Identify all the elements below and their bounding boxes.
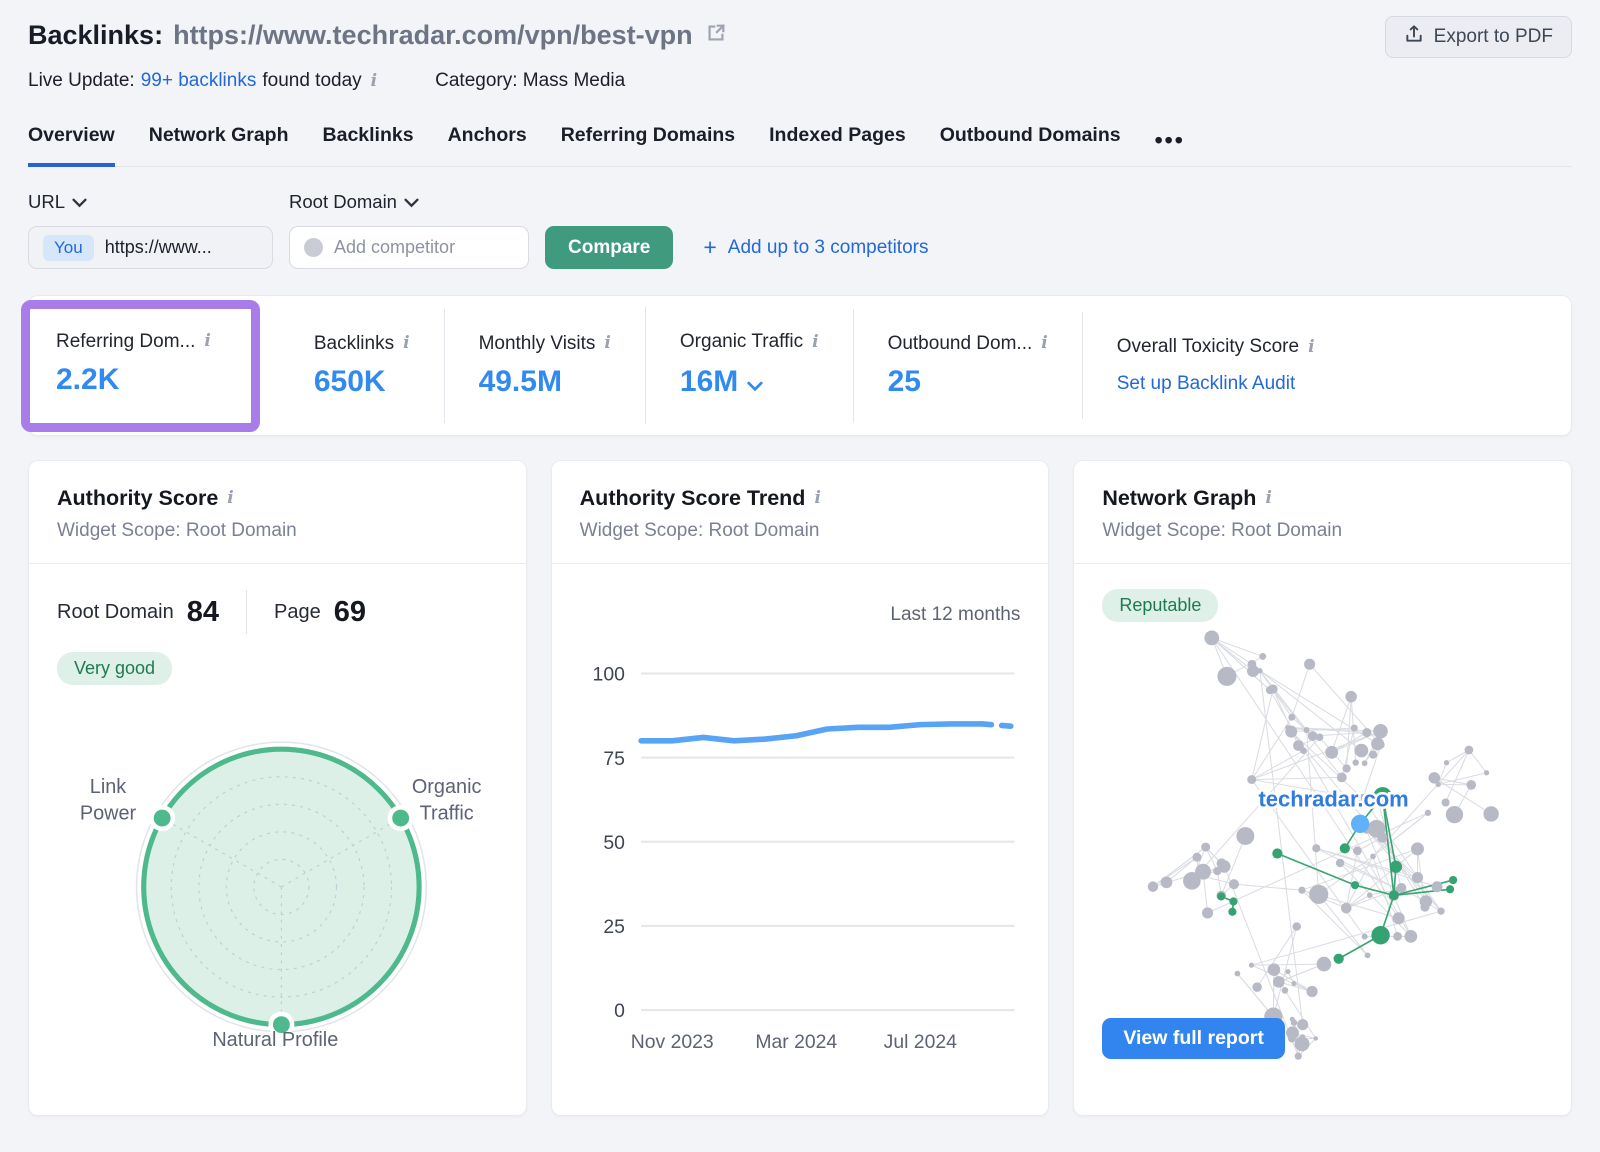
- target-url-value: https://www...: [105, 237, 212, 258]
- tabs-more-button[interactable]: •••: [1155, 127, 1185, 166]
- page-score: 69: [334, 596, 366, 629]
- metric-value: 25: [888, 365, 921, 399]
- network-graph-card: Network Graph i Widget Scope: Root Domai…: [1073, 460, 1572, 1116]
- authority-score-trend-card: Authority Score Trend i Widget Scope: Ro…: [551, 460, 1050, 1116]
- export-icon: [1404, 24, 1424, 50]
- you-chip: You: [43, 235, 94, 261]
- add-competitor-input[interactable]: Add competitor: [289, 226, 529, 269]
- authority-score-radar-chart: Link Power Organic Traffic Natural Profile: [57, 687, 498, 1115]
- svg-text:100: 100: [592, 664, 625, 686]
- info-icon[interactable]: i: [812, 334, 818, 351]
- root-domain-dropdown[interactable]: Root Domain: [289, 191, 529, 213]
- very-good-badge: Very good: [57, 652, 172, 685]
- svg-text:Link: Link: [90, 776, 127, 798]
- target-url-input[interactable]: You https://www...: [28, 226, 273, 269]
- info-icon[interactable]: i: [227, 490, 233, 507]
- metric-label: Referring Dom...: [56, 331, 195, 353]
- metric-value: 16M: [680, 365, 738, 399]
- subtitle-row: Live Update: 99+ backlinks found today i…: [28, 70, 1572, 92]
- info-icon[interactable]: i: [403, 335, 409, 352]
- filters-row: URL You https://www... Root Domain Add c…: [28, 191, 1572, 269]
- competitor-color-dot: [304, 238, 323, 257]
- tab-referring-domains[interactable]: Referring Domains: [561, 124, 735, 167]
- metric-value: 49.5M: [479, 365, 562, 399]
- widgets-grid: Authority Score i Widget Scope: Root Dom…: [28, 460, 1572, 1116]
- svg-text:0: 0: [614, 1000, 625, 1022]
- live-update-suffix: found today: [262, 70, 361, 92]
- svg-text:50: 50: [603, 832, 625, 854]
- live-update-link[interactable]: 99+ backlinks: [141, 70, 257, 92]
- authority-score-scope: Widget Scope: Root Domain: [57, 520, 498, 542]
- tab-backlinks[interactable]: Backlinks: [323, 124, 414, 167]
- metric-value: 2.2K: [56, 363, 119, 397]
- live-update-label: Live Update:: [28, 70, 135, 92]
- info-icon[interactable]: i: [814, 490, 820, 507]
- svg-text:Mar 2024: Mar 2024: [755, 1031, 837, 1053]
- svg-text:Natural Profile: Natural Profile: [212, 1029, 338, 1051]
- chevron-down-icon[interactable]: [747, 366, 763, 400]
- svg-text:25: 25: [603, 916, 625, 938]
- metric-label: Organic Traffic: [680, 331, 803, 353]
- svg-text:75: 75: [603, 748, 625, 770]
- add-competitors-link[interactable]: + Add up to 3 competitors: [703, 226, 928, 269]
- compare-button[interactable]: Compare: [545, 226, 673, 269]
- tab-overview[interactable]: Overview: [28, 124, 115, 167]
- network-graph-scope: Widget Scope: Root Domain: [1102, 520, 1543, 542]
- reputable-badge: Reputable: [1102, 589, 1218, 622]
- svg-text:Traffic: Traffic: [420, 803, 474, 825]
- trend-title: Authority Score Trend i: [580, 486, 1021, 511]
- metric-referring-dom: Referring Dom... i 2.2K: [21, 300, 260, 432]
- svg-text:Organic: Organic: [412, 776, 482, 798]
- network-graph-title: Network Graph i: [1102, 486, 1543, 511]
- info-icon[interactable]: i: [1308, 339, 1314, 356]
- tab-network-graph[interactable]: Network Graph: [149, 124, 289, 167]
- tab-outbound-domains[interactable]: Outbound Domains: [940, 124, 1121, 167]
- plus-icon: +: [703, 234, 716, 261]
- authority-score-card: Authority Score i Widget Scope: Root Dom…: [28, 460, 527, 1116]
- authority-score-title: Authority Score i: [57, 486, 498, 511]
- metric-monthly-visits: Monthly Visits i 49.5M: [444, 309, 645, 423]
- metrics-summary-bar: Referring Dom... i 2.2K Backlinks i 650K Month…: [28, 295, 1572, 436]
- metric-organic-traffic: Organic Traffic i 16M: [645, 307, 853, 424]
- metric-overall-toxicity-score: Overall Toxicity Score i Set up Backlink A…: [1082, 312, 1349, 419]
- page-title: Backlinks: https://www.techradar.com/vpn…: [28, 16, 727, 54]
- root-domain-score: 84: [187, 596, 219, 629]
- metric-value: 650K: [314, 365, 386, 399]
- score-row: Root Domain 84 Page 69: [57, 590, 498, 634]
- svg-text:Power: Power: [80, 803, 137, 825]
- chevron-down-icon: [404, 191, 419, 213]
- trend-range-label: Last 12 months: [580, 604, 1021, 626]
- metric-label: Backlinks: [314, 333, 394, 355]
- view-full-report-button[interactable]: View full report: [1102, 1018, 1285, 1059]
- backlinks-report-page: Backlinks: https://www.techradar.com/vpn…: [0, 0, 1600, 1116]
- tab-indexed-pages[interactable]: Indexed Pages: [769, 124, 906, 167]
- metric-label: Outbound Dom...: [888, 333, 1033, 355]
- tab-anchors[interactable]: Anchors: [448, 124, 527, 167]
- metric-backlinks: Backlinks i 650K: [280, 309, 444, 423]
- setup-backlink-audit-link[interactable]: Set up Backlink Audit: [1117, 373, 1315, 395]
- metric-label: Monthly Visits: [479, 333, 596, 355]
- analyzed-url: https://www.techradar.com/vpn/best-vpn: [173, 16, 693, 54]
- svg-text:techradar.com: techradar.com: [1259, 786, 1409, 811]
- metric-outbound-dom: Outbound Dom... i 25: [853, 309, 1082, 423]
- info-icon[interactable]: i: [1265, 490, 1271, 507]
- metric-label: Overall Toxicity Score: [1117, 336, 1299, 358]
- info-icon[interactable]: i: [604, 335, 610, 352]
- report-tabs: Overview Network Graph Backlinks Anchors Ref…: [28, 124, 1572, 167]
- header: Backlinks: https://www.techradar.com/vpn…: [28, 16, 1572, 58]
- url-scope-dropdown[interactable]: URL: [28, 191, 273, 213]
- category-label: Category: Mass Media: [435, 70, 625, 92]
- svg-text:Nov 2023: Nov 2023: [630, 1031, 713, 1053]
- info-icon[interactable]: i: [371, 73, 377, 90]
- trend-scope: Widget Scope: Root Domain: [580, 520, 1021, 542]
- external-link-icon[interactable]: [705, 16, 727, 54]
- info-icon[interactable]: i: [1041, 335, 1047, 352]
- info-icon[interactable]: i: [204, 333, 210, 350]
- svg-text:Jul 2024: Jul 2024: [883, 1031, 956, 1053]
- competitor-placeholder: Add competitor: [334, 237, 455, 258]
- page-title-prefix: Backlinks:: [28, 16, 163, 54]
- chevron-down-icon: [72, 191, 87, 213]
- export-to-pdf-button[interactable]: Export to PDF: [1385, 16, 1572, 58]
- authority-score-trend-chart: 0 25 50 75 100 Nov 2023 Mar 2024 Jul 2024: [580, 650, 1021, 1058]
